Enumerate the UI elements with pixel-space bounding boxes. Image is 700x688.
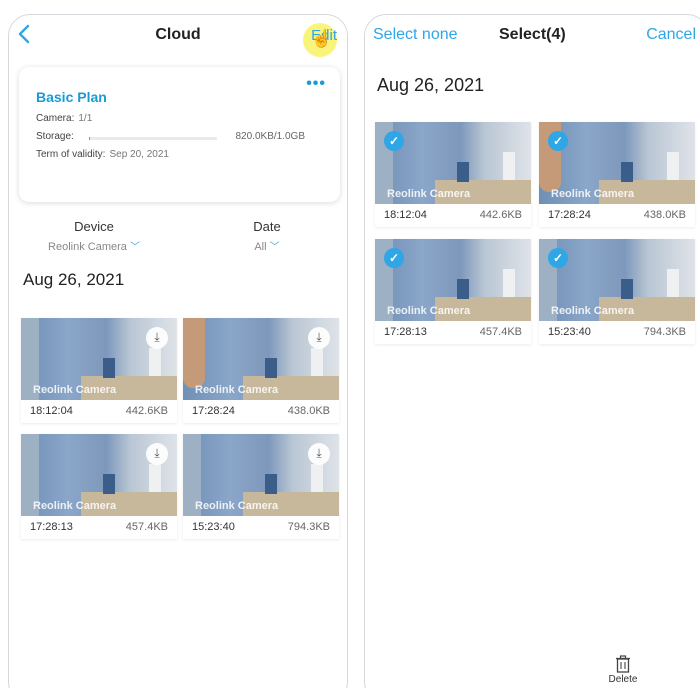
plan-name: Basic Plan <box>36 89 107 105</box>
storage-value: 820.0KB/1.0GB <box>235 131 306 142</box>
page-title: Cloud <box>155 26 201 43</box>
date-filter[interactable]: Date All ﹀ <box>234 219 300 253</box>
storage-label: Storage: <box>36 131 74 142</box>
clip-size: 794.3KB <box>643 326 686 338</box>
camera-label: Camera: <box>36 113 75 124</box>
device-filter-label: Device <box>74 219 114 234</box>
clip-meta: 17:28:24 438.0KB <box>539 207 695 225</box>
more-horizontal-icon[interactable]: ••• <box>306 75 326 93</box>
clip-time: 15:23:40 <box>192 521 235 533</box>
selection-title: Select(4) <box>499 26 566 43</box>
clip-meta: 17:28:24 438.0KB <box>183 403 339 421</box>
download-icon[interactable]: ⤓ <box>146 443 168 465</box>
date-heading: Aug 26, 2021 <box>377 75 485 95</box>
clip-meta: 17:28:13 457.4KB <box>375 324 531 342</box>
device-filter-value-row: Reolink Camera ﹀ <box>39 238 149 253</box>
clip-time: 17:28:13 <box>30 521 73 533</box>
clip-card[interactable]: Reolink Camera ✓ 17:28:24 438.0KB <box>539 122 695 227</box>
clip-card[interactable]: Reolink Camera ⤓ 18:12:04 442.6KB <box>21 318 177 423</box>
storage-progress-fill <box>89 137 90 140</box>
select-screen: Select none Select(4) Cancel Aug 26, 202… <box>364 14 700 688</box>
clip-watermark: Reolink Camera <box>33 384 117 396</box>
clip-size: 442.6KB <box>125 405 168 417</box>
download-icon[interactable]: ⤓ <box>308 327 330 349</box>
clip-time: 17:28:24 <box>192 405 235 417</box>
device-filter-value: Reolink Camera <box>48 241 127 253</box>
date-filter-value-row: All ﹀ <box>234 238 300 253</box>
clip-meta: 17:28:13 457.4KB <box>21 519 177 537</box>
download-icon[interactable]: ⤓ <box>146 327 168 349</box>
header: Cloud Edit ☝ <box>9 15 347 57</box>
clip-watermark: Reolink Camera <box>551 188 635 200</box>
device-filter[interactable]: Device Reolink Camera ﹀ <box>39 219 149 253</box>
clip-card[interactable]: Reolink Camera ✓ 18:12:04 442.6KB <box>375 122 531 227</box>
clip-watermark: Reolink Camera <box>195 384 279 396</box>
clip-size: 438.0KB <box>643 209 686 221</box>
clip-card[interactable]: Reolink Camera ⤓ 17:28:13 457.4KB <box>21 434 177 539</box>
clip-size: 794.3KB <box>287 521 330 533</box>
clip-size: 438.0KB <box>287 405 330 417</box>
camera-value: 1/1 <box>78 113 93 124</box>
clip-card[interactable]: Reolink Camera ⤓ 15:23:40 794.3KB <box>183 434 339 539</box>
check-circle-icon[interactable]: ✓ <box>384 131 404 151</box>
delete-button[interactable]: Delete <box>601 655 645 685</box>
clip-time: 17:28:24 <box>548 209 591 221</box>
clip-time: 15:23:40 <box>548 326 591 338</box>
clip-card[interactable]: Reolink Camera ✓ 17:28:13 457.4KB <box>375 239 531 344</box>
hand-pointer-icon: ☝ <box>311 29 333 48</box>
clip-time: 18:12:04 <box>384 209 427 221</box>
check-circle-icon[interactable]: ✓ <box>548 248 568 268</box>
clip-meta: 18:12:04 442.6KB <box>375 207 531 225</box>
clip-card[interactable]: Reolink Camera ⤓ 17:28:24 438.0KB <box>183 318 339 423</box>
clip-watermark: Reolink Camera <box>387 305 471 317</box>
plan-card: Basic Plan ••• Camera: 1/1 Storage: 820.0… <box>19 67 340 202</box>
check-circle-icon[interactable]: ✓ <box>384 248 404 268</box>
validity-row: Term of validity: Sep 20, 2021 <box>36 149 169 160</box>
clip-meta: 15:23:40 794.3KB <box>183 519 339 537</box>
select-none-button[interactable]: Select none <box>373 26 458 44</box>
storage-row: Storage: <box>36 131 74 142</box>
clip-card[interactable]: Reolink Camera ✓ 15:23:40 794.3KB <box>539 239 695 344</box>
check-circle-icon[interactable]: ✓ <box>548 131 568 151</box>
clip-time: 17:28:13 <box>384 326 427 338</box>
cloud-screen: Cloud Edit ☝ Basic Plan ••• Camera: 1/1 S… <box>8 14 348 688</box>
trash-icon <box>616 655 630 673</box>
chevron-down-icon: ﹀ <box>269 242 280 253</box>
delete-label: Delete <box>608 674 638 685</box>
clip-size: 457.4KB <box>125 521 168 533</box>
date-filter-label: Date <box>253 219 281 234</box>
storage-progress-bar <box>89 137 217 140</box>
clip-time: 18:12:04 <box>30 405 73 417</box>
camera-row: Camera: 1/1 <box>36 113 92 124</box>
date-heading: Aug 26, 2021 <box>23 270 125 289</box>
date-filter-value: All <box>254 241 267 253</box>
clip-size: 457.4KB <box>479 326 522 338</box>
clip-watermark: Reolink Camera <box>387 188 471 200</box>
clip-watermark: Reolink Camera <box>195 500 279 512</box>
clip-size: 442.6KB <box>479 209 522 221</box>
validity-value: Sep 20, 2021 <box>109 149 169 160</box>
download-icon[interactable]: ⤓ <box>308 443 330 465</box>
validity-label: Term of validity: <box>36 149 106 160</box>
clip-meta: 18:12:04 442.6KB <box>21 403 177 421</box>
chevron-down-icon: ﹀ <box>129 242 140 253</box>
cancel-button[interactable]: Cancel <box>646 26 696 44</box>
clip-watermark: Reolink Camera <box>551 305 635 317</box>
clip-watermark: Reolink Camera <box>33 500 117 512</box>
clip-meta: 15:23:40 794.3KB <box>539 324 695 342</box>
